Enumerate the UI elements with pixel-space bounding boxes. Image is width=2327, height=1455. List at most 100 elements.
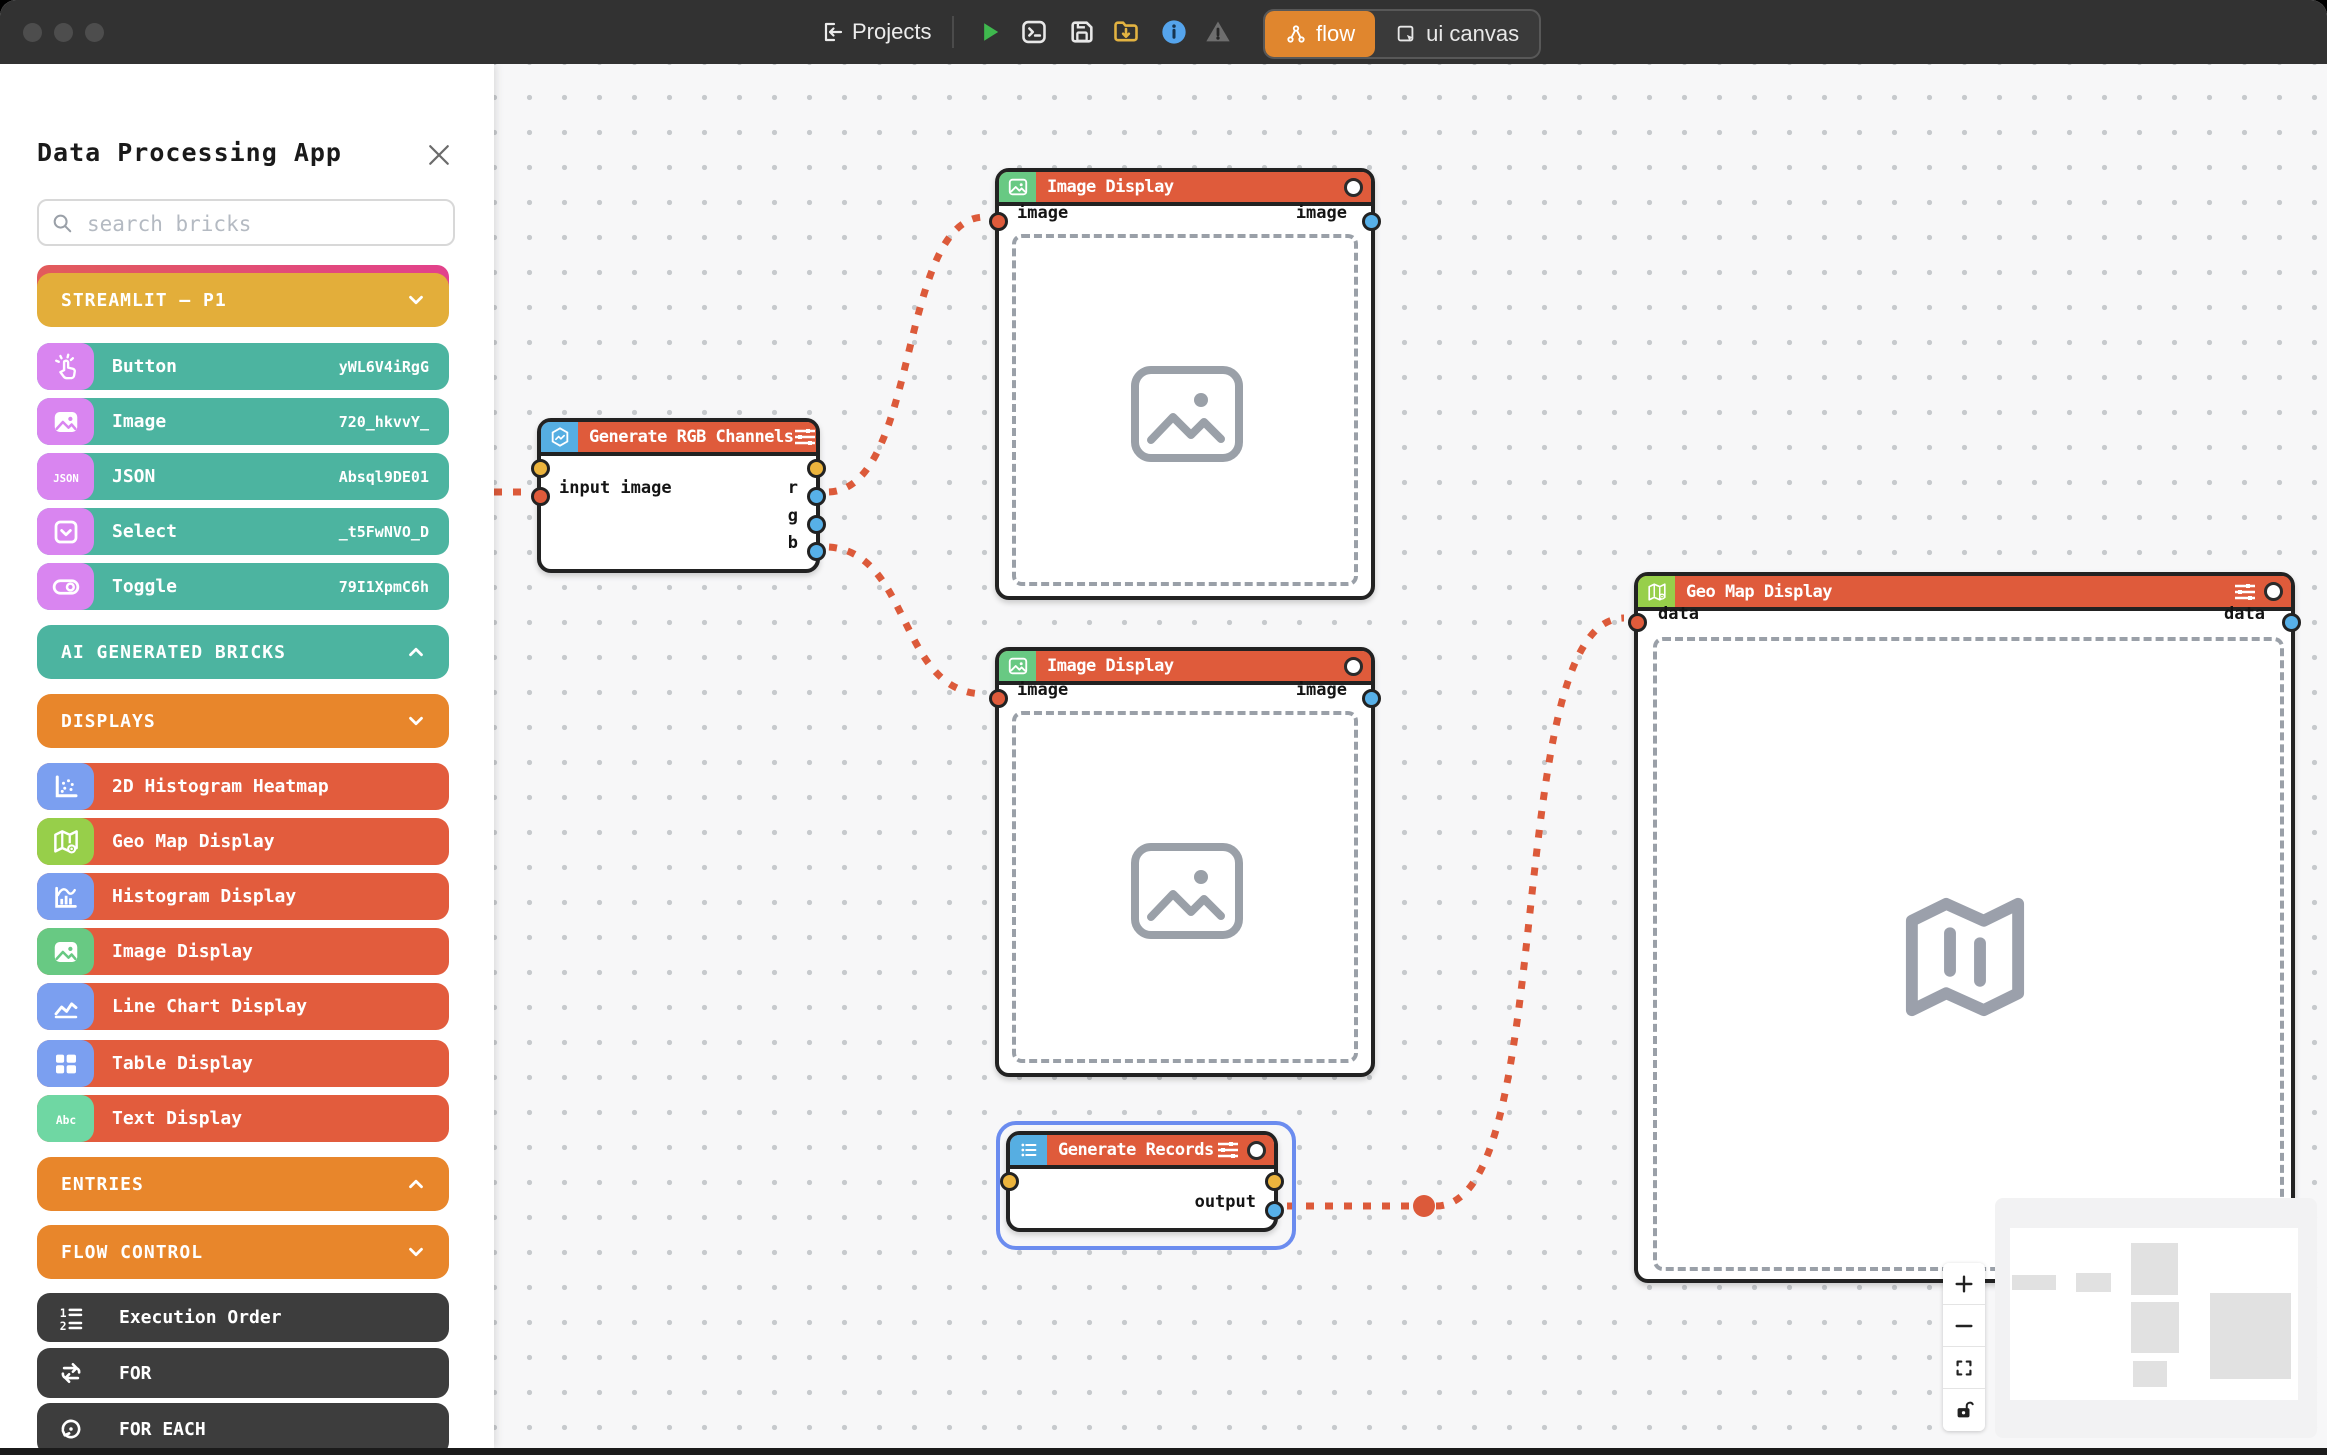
brick-item-text-display[interactable]: Abc Text Display bbox=[37, 1095, 449, 1142]
port-out-g[interactable] bbox=[807, 515, 826, 534]
brick-label: FOR EACH bbox=[119, 1419, 206, 1440]
brick-item-table-display[interactable]: Table Display bbox=[37, 1040, 449, 1087]
folder-download-icon[interactable] bbox=[1112, 18, 1140, 46]
node-generate-records[interactable]: Generate Records output bbox=[1006, 1131, 1278, 1232]
info-icon[interactable] bbox=[1160, 18, 1188, 46]
titlebar: Projects bbox=[0, 0, 2327, 64]
traffic-light-close-icon[interactable] bbox=[23, 23, 42, 42]
brick-item-histogram-display[interactable]: Histogram Display bbox=[37, 873, 449, 920]
projects-button[interactable]: Projects bbox=[820, 14, 931, 50]
port-image-out[interactable] bbox=[1362, 689, 1381, 708]
port-label-image-in: image bbox=[1017, 680, 1068, 700]
port-label-image-out: image bbox=[1296, 203, 1347, 223]
brick-item-json[interactable]: JSON JSON Absql9DE01 bbox=[37, 453, 449, 500]
brick-item-image[interactable]: Image 720_hkvvY_ bbox=[37, 398, 449, 445]
port-data-in[interactable] bbox=[1628, 613, 1647, 632]
node-enable-toggle[interactable] bbox=[1344, 657, 1363, 676]
port-output[interactable] bbox=[1265, 1201, 1284, 1220]
brick-item-image-display[interactable]: Image Display bbox=[37, 928, 449, 975]
port-out-r[interactable] bbox=[807, 487, 826, 506]
tab-ui-canvas[interactable]: ui canvas bbox=[1375, 11, 1539, 57]
port-image-in[interactable] bbox=[989, 212, 1008, 231]
terminal-icon[interactable] bbox=[1020, 18, 1048, 46]
zoom-in-button[interactable] bbox=[1943, 1263, 1985, 1305]
image-hex-icon bbox=[541, 422, 578, 452]
port-out-b[interactable] bbox=[807, 542, 826, 561]
port-image-in[interactable] bbox=[989, 689, 1008, 708]
node-enable-toggle[interactable] bbox=[1247, 1141, 1266, 1160]
minimap[interactable] bbox=[1995, 1198, 2317, 1438]
node-title: Generate Records bbox=[1058, 1140, 1214, 1160]
node-geo-map-display[interactable]: Geo Map Display data data bbox=[1634, 572, 2295, 1283]
settings-sliders-icon[interactable] bbox=[2233, 582, 2257, 602]
brick-item-for-each[interactable]: FOR EACH bbox=[37, 1403, 449, 1448]
port-data-out[interactable] bbox=[2282, 613, 2301, 632]
image-icon bbox=[999, 172, 1036, 202]
brick-item-geo-map-display[interactable]: Geo Map Display bbox=[37, 818, 449, 865]
fit-view-button[interactable] bbox=[1943, 1347, 1985, 1389]
view-tabs: flow ui canvas bbox=[1263, 9, 1541, 59]
node-image-display-1[interactable]: Image Display image image bbox=[995, 168, 1375, 600]
brick-item-line-chart-display[interactable]: Line Chart Display bbox=[37, 983, 449, 1030]
canvas-icon bbox=[1395, 23, 1417, 45]
node-header[interactable]: Generate RGB Channels bbox=[541, 422, 816, 456]
node-header[interactable]: Image Display bbox=[999, 172, 1371, 206]
port-image-out[interactable] bbox=[1362, 212, 1381, 231]
section-entries[interactable]: ENTRIES bbox=[37, 1157, 449, 1211]
search-icon bbox=[51, 212, 73, 234]
brick-item-button[interactable]: Button yWL6V4iRgG bbox=[37, 343, 449, 390]
node-title: Image Display bbox=[1047, 177, 1174, 197]
select-icon bbox=[37, 508, 94, 555]
bricks-sidebar: Data Processing App AI Prompt a Brick ST… bbox=[0, 64, 494, 1448]
port-exec-in[interactable] bbox=[1000, 1172, 1019, 1191]
settings-sliders-icon[interactable] bbox=[793, 427, 816, 447]
minimap-node-rect bbox=[2076, 1273, 2111, 1292]
section-label: DISPLAYS bbox=[61, 711, 156, 732]
brick-code: _t5FwNVO_D bbox=[339, 523, 429, 541]
warning-icon[interactable] bbox=[1204, 18, 1232, 46]
node-header[interactable]: Generate Records bbox=[1010, 1135, 1274, 1169]
node-enable-toggle[interactable] bbox=[1344, 178, 1363, 197]
section-flow-control[interactable]: FLOW CONTROL bbox=[37, 1225, 449, 1279]
section-streamlit-p1[interactable]: STREAMLIT – P1 bbox=[37, 273, 449, 327]
port-label-data-in: data bbox=[1658, 604, 1699, 624]
port-exec-out[interactable] bbox=[807, 459, 826, 478]
save-icon[interactable] bbox=[1068, 18, 1096, 46]
zoom-out-button[interactable] bbox=[1943, 1305, 1985, 1347]
section-displays[interactable]: DISPLAYS bbox=[37, 694, 449, 748]
brick-item-toggle[interactable]: Toggle 79I1XpmC6h bbox=[37, 563, 449, 610]
lock-button[interactable] bbox=[1943, 1389, 1985, 1431]
brick-item-select[interactable]: Select _t5FwNVO_D bbox=[37, 508, 449, 555]
image-icon bbox=[37, 928, 94, 975]
chevron-up-icon bbox=[405, 1173, 427, 1195]
tab-flow[interactable]: flow bbox=[1265, 11, 1375, 57]
brick-label: Select bbox=[112, 521, 177, 542]
brick-item-execution-order[interactable]: 1 2 Execution Order bbox=[37, 1293, 449, 1342]
node-generate-rgb-channels[interactable]: Generate RGB Channels input image r g b bbox=[537, 418, 820, 573]
brick-code: Absql9DE01 bbox=[339, 468, 429, 486]
section-ai-generated-bricks[interactable]: AI GENERATED BRICKS bbox=[37, 625, 449, 679]
traffic-light-zoom-icon[interactable] bbox=[85, 23, 104, 42]
port-input-image[interactable] bbox=[531, 487, 550, 506]
node-header[interactable]: Geo Map Display bbox=[1638, 576, 2291, 611]
section-label: FLOW CONTROL bbox=[61, 1242, 203, 1263]
brick-label: Execution Order bbox=[119, 1307, 282, 1328]
close-icon[interactable] bbox=[424, 140, 454, 170]
port-exec-in[interactable] bbox=[531, 459, 550, 478]
search-input[interactable] bbox=[85, 201, 449, 246]
node-enable-toggle[interactable] bbox=[2264, 582, 2283, 601]
play-icon[interactable] bbox=[976, 18, 1004, 46]
node-image-display-2[interactable]: Image Display image image bbox=[995, 647, 1375, 1077]
port-label-output: output bbox=[1195, 1192, 1256, 1212]
histogram-icon bbox=[37, 873, 94, 920]
brick-item-for[interactable]: FOR bbox=[37, 1348, 449, 1398]
traffic-light-minimize-icon[interactable] bbox=[54, 23, 73, 42]
geo-map-icon bbox=[37, 818, 94, 865]
fit-view-icon bbox=[1953, 1357, 1975, 1379]
flow-graph-icon bbox=[1285, 23, 1307, 45]
brick-item-2d-histogram-heatmap[interactable]: 2D Histogram Heatmap bbox=[37, 763, 449, 810]
svg-text:Abc: Abc bbox=[55, 1114, 75, 1127]
port-exec-out[interactable] bbox=[1265, 1172, 1284, 1191]
settings-sliders-icon[interactable] bbox=[1216, 1140, 1240, 1160]
exit-icon bbox=[820, 20, 844, 44]
